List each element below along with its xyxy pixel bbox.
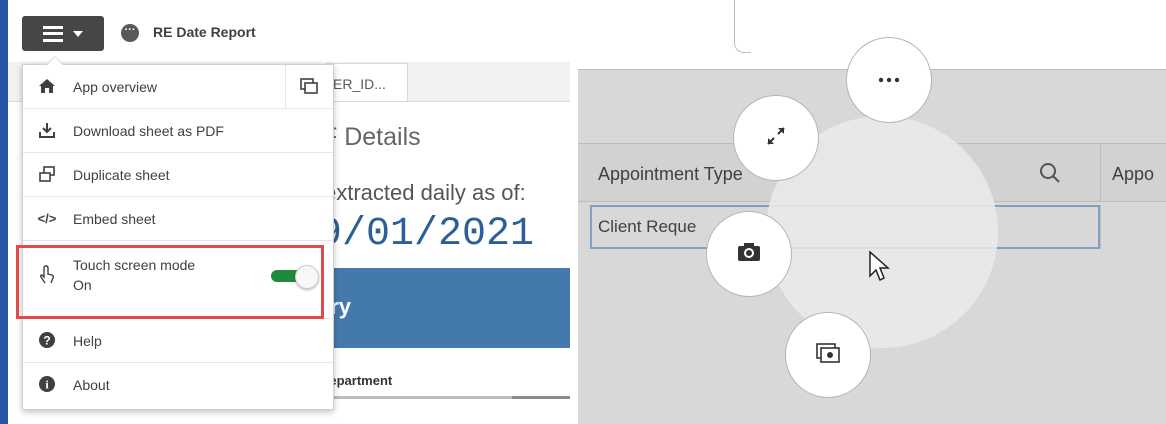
mouse-pointer-icon bbox=[868, 250, 892, 289]
sheet-subtext: extracted daily as of: bbox=[324, 180, 526, 205]
app-title: RE Date Report bbox=[153, 24, 256, 40]
snapshot-button[interactable] bbox=[706, 211, 792, 297]
navigation-dropdown: App overview Download sheet as PDF Dupli… bbox=[22, 64, 334, 410]
cell-separator bbox=[1100, 205, 1101, 249]
column-header-appointment-type[interactable]: Appointment Type bbox=[598, 164, 743, 185]
column-separator bbox=[1100, 144, 1101, 201]
menu-item-duplicate-sheet[interactable]: Duplicate sheet bbox=[23, 153, 333, 197]
sheet-heading: F Details bbox=[322, 123, 421, 151]
toolbar: ··· RE Date Report bbox=[8, 0, 570, 62]
menu-item-label: Duplicate sheet bbox=[73, 167, 170, 183]
column-underline-dark bbox=[512, 396, 570, 399]
right-panel: Appointment Type Appo Client Reque bbox=[578, 0, 1166, 424]
home-icon bbox=[37, 77, 57, 97]
menu-item-label: Download sheet as PDF bbox=[73, 123, 224, 139]
left-accent-border bbox=[0, 0, 8, 424]
hamburger-icon bbox=[43, 25, 63, 42]
cell-value: Client Reque bbox=[598, 217, 697, 236]
tab-corner bbox=[734, 0, 751, 53]
snapshot-library-button[interactable] bbox=[785, 312, 871, 398]
menu-item-help[interactable]: ? Help bbox=[23, 319, 333, 363]
more-options-button[interactable] bbox=[846, 37, 932, 123]
svg-text:?: ? bbox=[43, 334, 50, 348]
touch-mode-highlight-box bbox=[16, 245, 324, 319]
column-header-appo[interactable]: Appo bbox=[1112, 164, 1154, 185]
help-icon: ? bbox=[37, 331, 57, 351]
duplicate-icon bbox=[37, 165, 57, 185]
open-app-overview-button[interactable] bbox=[285, 65, 333, 109]
sheet-date: 9/01/2021 bbox=[318, 212, 535, 257]
dropdown-arrow-inner bbox=[47, 57, 63, 65]
navigation-menu-button[interactable] bbox=[22, 16, 104, 51]
menu-item-label: About bbox=[73, 377, 110, 393]
chevron-down-icon bbox=[73, 30, 83, 37]
sheet-tab[interactable]: ER_ID... bbox=[326, 63, 408, 101]
download-icon bbox=[37, 121, 57, 141]
menu-item-label: Help bbox=[73, 333, 102, 349]
camera-icon bbox=[736, 241, 762, 268]
left-panel: ··· RE Date Report ER_ID... F Details ex… bbox=[0, 0, 570, 424]
menu-item-download-pdf[interactable]: Download sheet as PDF bbox=[23, 109, 333, 153]
menu-item-about[interactable]: i About bbox=[23, 363, 333, 407]
expand-icon bbox=[764, 124, 788, 153]
menu-item-label: App overview bbox=[73, 79, 158, 95]
new-window-icon bbox=[300, 77, 318, 100]
more-icon bbox=[877, 71, 901, 89]
fullscreen-button[interactable] bbox=[733, 95, 819, 181]
info-icon: i bbox=[37, 375, 57, 395]
embed-icon: </> bbox=[37, 211, 57, 226]
menu-item-label: Embed sheet bbox=[73, 211, 156, 227]
search-icon[interactable] bbox=[1038, 161, 1062, 185]
app-icon: ··· bbox=[121, 24, 139, 42]
menu-item-embed-sheet[interactable]: </> Embed sheet bbox=[23, 197, 333, 241]
snapshot-library-icon bbox=[815, 342, 841, 369]
menu-item-app-overview[interactable]: App overview bbox=[23, 65, 333, 109]
